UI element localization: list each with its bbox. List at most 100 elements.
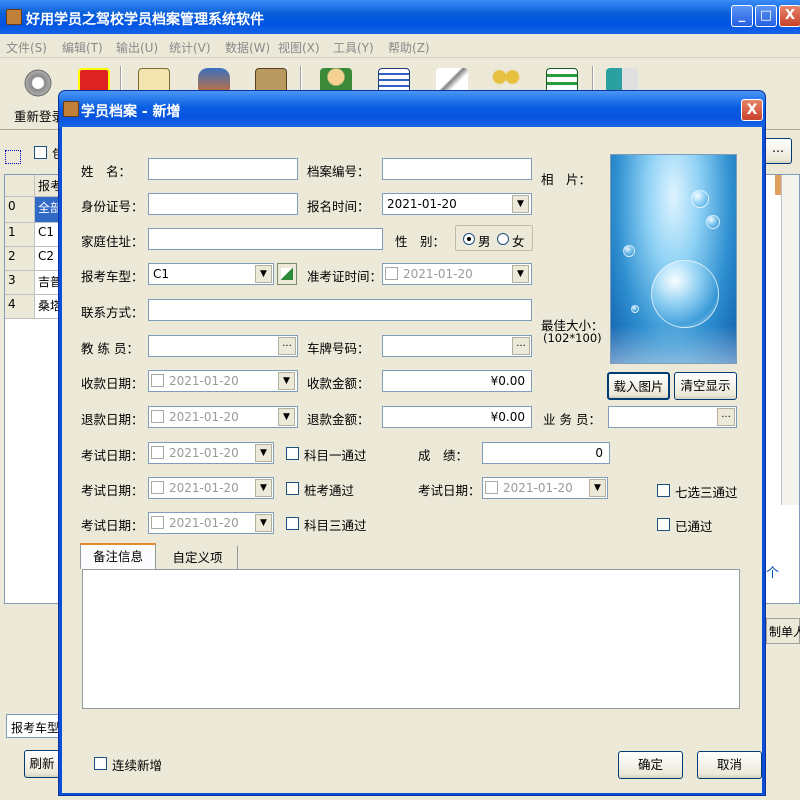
pay-amount-label: 收款金额： bbox=[307, 376, 370, 391]
photo-bubble bbox=[623, 245, 635, 257]
ok-button[interactable]: 确定 bbox=[618, 751, 683, 779]
signup-time-picker[interactable]: 2021-01-20 bbox=[382, 193, 532, 215]
car-type-dropdown-icon[interactable]: ▼ bbox=[255, 265, 272, 283]
plate-label: 车牌号码： bbox=[307, 341, 370, 356]
car-type-edit-icon[interactable] bbox=[277, 263, 297, 285]
id-card-label: 身份证号： bbox=[81, 199, 144, 214]
relogin-label[interactable]: 重新登录 bbox=[14, 106, 64, 125]
pile-test-label[interactable]: 桩考通过 bbox=[304, 480, 354, 499]
subject1-label[interactable]: 科目一通过 bbox=[304, 445, 367, 464]
photo-bubble bbox=[691, 190, 709, 208]
coach-input[interactable] bbox=[148, 335, 298, 357]
tab-strip: 备注信息 自定义项 bbox=[80, 543, 740, 572]
menu-file[interactable]: 文件(S) bbox=[6, 39, 47, 56]
signup-time-label: 报名时间： bbox=[307, 199, 370, 214]
address-label: 家庭住址： bbox=[81, 234, 144, 249]
refund-date-picker[interactable]: 2021-01-20 bbox=[148, 406, 298, 428]
menu-stats[interactable]: 统计(V) bbox=[169, 39, 211, 56]
grid-row-index: 3 bbox=[5, 271, 35, 295]
permit-time-dropdown-icon[interactable]: ▼ bbox=[512, 265, 529, 283]
continuous-add-label[interactable]: 连续新增 bbox=[112, 755, 162, 774]
pay-amount-input[interactable]: ¥0.00 bbox=[382, 370, 532, 392]
passed-label[interactable]: 已通过 bbox=[675, 516, 713, 535]
menu-bar: 文件(S) 编辑(T) 输出(U) 统计(V) 数据(W) 视图(X) 工具(Y… bbox=[0, 34, 800, 58]
gender-label: 性 别： bbox=[395, 234, 446, 249]
plate-input[interactable] bbox=[382, 335, 532, 357]
gender-male-radio[interactable] bbox=[463, 233, 475, 245]
exam1-date-dropdown-icon[interactable]: ▼ bbox=[255, 444, 272, 462]
exam4-date-dropdown-icon[interactable]: ▼ bbox=[589, 479, 606, 497]
coach-label: 教 练 员： bbox=[81, 341, 139, 356]
menu-view[interactable]: 视图(X) bbox=[278, 39, 320, 56]
browse-button[interactable]: ... bbox=[764, 138, 792, 164]
exam3-date-dropdown-icon[interactable]: ▼ bbox=[255, 514, 272, 532]
close-button[interactable]: X bbox=[779, 5, 800, 27]
menu-output[interactable]: 输出(U) bbox=[116, 39, 158, 56]
grid-corner bbox=[5, 175, 35, 197]
permit-time-picker[interactable]: 2021-01-20 bbox=[382, 263, 532, 285]
dialog-title: 学员档案 - 新增 bbox=[81, 104, 181, 120]
refund-amount-input[interactable]: ¥0.00 bbox=[382, 406, 532, 428]
gender-male-label[interactable]: 男 bbox=[478, 231, 491, 250]
subject1-checkbox[interactable] bbox=[286, 447, 299, 460]
archive-no-label: 档案编号： bbox=[307, 164, 370, 179]
refund-date-checkbox[interactable] bbox=[151, 410, 164, 423]
seven-three-label[interactable]: 七选三通过 bbox=[675, 482, 738, 501]
refund-date-dropdown-icon[interactable]: ▼ bbox=[278, 408, 295, 426]
exam2-date-dropdown-icon[interactable]: ▼ bbox=[255, 479, 272, 497]
main-title-bar: 好用学员之驾校学员档案管理系统软件 _ □ X bbox=[0, 0, 800, 34]
pay-date-dropdown-icon[interactable]: ▼ bbox=[278, 372, 295, 390]
exam1-date-checkbox[interactable] bbox=[151, 446, 164, 459]
exam2-date-checkbox[interactable] bbox=[151, 481, 164, 494]
exam3-date-checkbox[interactable] bbox=[151, 516, 164, 529]
filter-checkbox[interactable] bbox=[34, 146, 47, 159]
bottom-car-type-field[interactable]: 报考车型 bbox=[6, 714, 60, 738]
student-archive-dialog: 学员档案 - 新增 X 姓 名： 档案编号： 相 片： 身份证号： 报名时间： … bbox=[58, 90, 766, 796]
passed-checkbox[interactable] bbox=[657, 518, 670, 531]
continuous-add-checkbox[interactable] bbox=[94, 757, 107, 770]
id-card-input[interactable] bbox=[148, 193, 298, 215]
signup-time-dropdown-icon[interactable]: ▼ bbox=[512, 195, 529, 213]
select-icon[interactable] bbox=[5, 150, 21, 164]
plate-browse-button[interactable]: ... bbox=[512, 337, 530, 355]
salesman-browse-button[interactable]: ... bbox=[717, 408, 735, 426]
subject3-checkbox[interactable] bbox=[286, 517, 299, 530]
dialog-body: 姓 名： 档案编号： 相 片： 身份证号： 报名时间： 2021-01-20 ▼… bbox=[62, 127, 762, 793]
maximize-button[interactable]: □ bbox=[755, 5, 777, 27]
clear-photo-button[interactable]: 清空显示 bbox=[674, 372, 737, 400]
minimize-button[interactable]: _ bbox=[731, 5, 753, 27]
menu-tools[interactable]: 工具(Y) bbox=[333, 39, 374, 56]
seven-three-checkbox[interactable] bbox=[657, 484, 670, 497]
address-input[interactable] bbox=[148, 228, 383, 250]
menu-edit[interactable]: 编辑(T) bbox=[62, 39, 103, 56]
app-title: 好用学员之驾校学员档案管理系统软件 bbox=[26, 12, 264, 28]
pay-date-label: 收款日期： bbox=[81, 376, 144, 391]
subject3-label[interactable]: 科目三通过 bbox=[304, 515, 367, 534]
cancel-button[interactable]: 取消 bbox=[697, 751, 762, 779]
vertical-scrollbar[interactable] bbox=[781, 175, 799, 505]
tab-notes[interactable]: 备注信息 bbox=[80, 543, 156, 569]
gender-female-label[interactable]: 女 bbox=[512, 231, 525, 250]
coach-browse-button[interactable]: ... bbox=[278, 337, 296, 355]
gender-female-radio[interactable] bbox=[497, 233, 509, 245]
score-input[interactable]: 0 bbox=[482, 442, 610, 464]
exam4-date-checkbox[interactable] bbox=[485, 481, 498, 494]
archive-no-input[interactable] bbox=[382, 158, 532, 180]
name-input[interactable] bbox=[148, 158, 298, 180]
grid-row-index: 2 bbox=[5, 247, 35, 271]
pile-test-checkbox[interactable] bbox=[286, 482, 299, 495]
menu-help[interactable]: 帮助(Z) bbox=[388, 39, 430, 56]
dialog-close-button[interactable]: X bbox=[741, 99, 763, 121]
pay-date-picker[interactable]: 2021-01-20 bbox=[148, 370, 298, 392]
relogin-icon[interactable] bbox=[22, 68, 54, 98]
right-link[interactable]: 个 bbox=[766, 562, 779, 581]
pay-date-checkbox[interactable] bbox=[151, 374, 164, 387]
dialog-title-bar: 学员档案 - 新增 X bbox=[59, 91, 765, 127]
load-photo-button[interactable]: 载入图片 bbox=[607, 372, 670, 400]
menu-data[interactable]: 数据(W) bbox=[225, 39, 270, 56]
permit-time-checkbox[interactable] bbox=[385, 267, 398, 280]
dialog-icon bbox=[63, 101, 79, 117]
notes-textarea[interactable] bbox=[82, 569, 740, 709]
refresh-button[interactable]: 刷新 bbox=[24, 750, 60, 778]
contact-input[interactable] bbox=[148, 299, 532, 321]
